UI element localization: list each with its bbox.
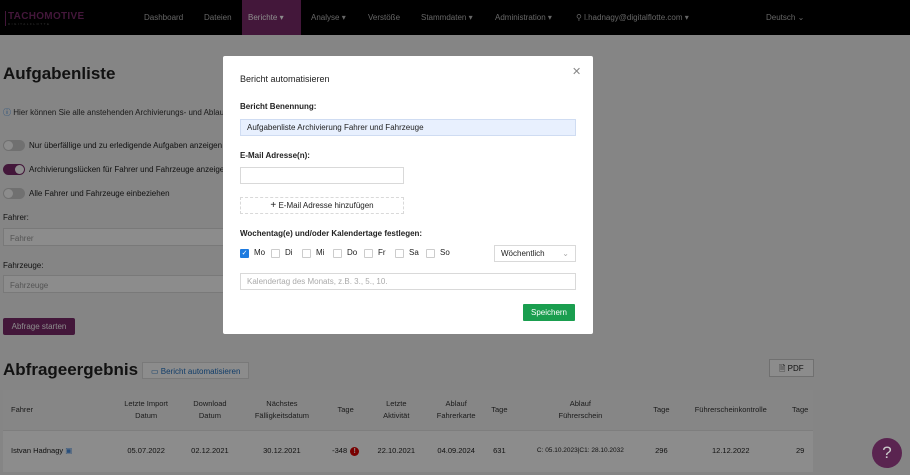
email-label: E-Mail Adresse(n):	[240, 151, 310, 160]
name-label: Bericht Benennung:	[240, 102, 316, 111]
days-label: Wochentag(e) und/oder Kalendertage festl…	[240, 229, 422, 238]
frequency-select[interactable]: Wöchentlich⌄	[494, 245, 576, 262]
day-label: Do	[347, 248, 357, 257]
calendar-day-input[interactable]: Kalendertag des Monats, z.B. 3., 5., 10.	[240, 273, 576, 290]
email-input[interactable]	[240, 167, 404, 184]
day-checkbox-mi[interactable]	[302, 249, 311, 258]
day-label: Di	[285, 248, 293, 257]
day-label: Mi	[316, 248, 324, 257]
report-name-input[interactable]: Aufgabenliste Archivierung Fahrer und Fa…	[240, 119, 576, 136]
day-label: Sa	[409, 248, 419, 257]
chevron-down-icon: ⌄	[562, 246, 569, 261]
save-button[interactable]: Speichern	[523, 304, 575, 321]
day-checkbox-so[interactable]	[426, 249, 435, 258]
day-checkbox-do[interactable]	[333, 249, 342, 258]
day-label: Fr	[378, 248, 386, 257]
modal-title: Bericht automatisieren	[240, 74, 330, 84]
close-icon[interactable]: ✕	[572, 65, 581, 78]
day-label: So	[440, 248, 450, 257]
day-checkbox-sa[interactable]	[395, 249, 404, 258]
day-checkbox-di[interactable]	[271, 249, 280, 258]
day-checkbox-mo[interactable]: ✓	[240, 249, 249, 258]
help-button[interactable]: ?	[872, 438, 902, 468]
plus-icon: +	[270, 200, 276, 211]
automate-report-modal: Bericht automatisieren ✕ Bericht Benennu…	[223, 56, 593, 334]
day-label: Mo	[254, 248, 265, 257]
add-email-button[interactable]: + E-Mail Adresse hinzufügen	[240, 197, 404, 214]
day-checkbox-fr[interactable]	[364, 249, 373, 258]
